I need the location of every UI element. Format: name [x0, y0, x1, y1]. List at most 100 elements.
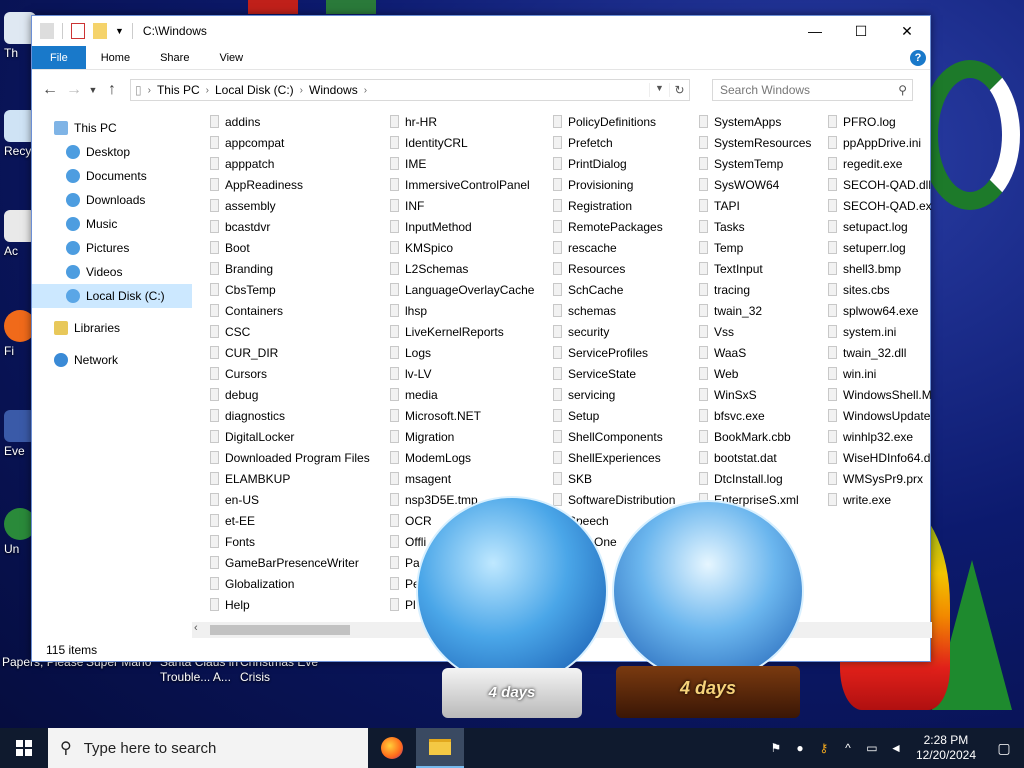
file-item[interactable]: schemas — [553, 300, 675, 321]
file-item[interactable]: WinSxS — [699, 384, 811, 405]
file-item[interactable]: msagent — [390, 468, 534, 489]
tab-view[interactable]: View — [204, 46, 258, 69]
forward-button[interactable]: → — [62, 78, 86, 102]
file-item[interactable]: tracing — [699, 279, 811, 300]
file-item[interactable]: win.ini — [828, 363, 932, 384]
file-item[interactable]: DtcInstall.log — [699, 468, 811, 489]
file-item[interactable]: ShellComponents — [553, 426, 675, 447]
sidebar-item-libraries[interactable]: Libraries — [32, 316, 192, 340]
new-folder-icon[interactable] — [93, 23, 107, 39]
sidebar-item-videos[interactable]: Videos — [32, 260, 192, 284]
clock[interactable]: 2:28 PM 12/20/2024 — [908, 733, 984, 763]
file-item[interactable]: Branding — [210, 258, 370, 279]
chevron-right-icon[interactable]: › — [362, 85, 369, 96]
file-item[interactable]: system.ini — [828, 321, 932, 342]
file-item[interactable]: splwow64.exe — [828, 300, 932, 321]
file-item[interactable]: DigitalLocker — [210, 426, 370, 447]
file-item[interactable]: SKB — [553, 468, 675, 489]
file-item[interactable]: SystemResources — [699, 132, 811, 153]
chevron-down-icon[interactable]: ▼ — [115, 26, 124, 36]
file-item[interactable]: shell3.bmp — [828, 258, 932, 279]
chevron-right-icon[interactable]: › — [298, 85, 305, 96]
sidebar-item-this-pc[interactable]: This PC — [32, 116, 192, 140]
file-item[interactable]: RemotePackages — [553, 216, 675, 237]
file-item[interactable]: AppReadiness — [210, 174, 370, 195]
taskbar-firefox[interactable] — [368, 728, 416, 768]
file-item[interactable]: en-US — [210, 489, 370, 510]
properties-icon[interactable] — [71, 23, 85, 39]
file-item[interactable]: addins — [210, 111, 370, 132]
drop-icon[interactable]: ● — [788, 741, 812, 755]
file-item[interactable]: SECOH-QAD.dll — [828, 174, 932, 195]
volume-muted-icon[interactable]: ◄ — [884, 741, 908, 755]
file-item[interactable]: WMSysPr9.prx — [828, 468, 932, 489]
file-item[interactable]: security — [553, 321, 675, 342]
sidebar-item-local-disk[interactable]: Local Disk (C:) — [32, 284, 192, 308]
file-item[interactable]: Prefetch — [553, 132, 675, 153]
file-item[interactable]: Containers — [210, 300, 370, 321]
file-item[interactable]: CSC — [210, 321, 370, 342]
file-item[interactable]: SchCache — [553, 279, 675, 300]
file-item[interactable]: debug — [210, 384, 370, 405]
file-item[interactable]: twain_32.dll — [828, 342, 932, 363]
file-item[interactable]: Vss — [699, 321, 811, 342]
address-dropdown-button[interactable]: ▼ — [649, 83, 669, 97]
file-item[interactable]: bootstat.dat — [699, 447, 811, 468]
sidebar-item-downloads[interactable]: Downloads — [32, 188, 192, 212]
file-item[interactable]: WaaS — [699, 342, 811, 363]
file-item[interactable]: appcompat — [210, 132, 370, 153]
file-item[interactable]: Registration — [553, 195, 675, 216]
back-button[interactable]: ← — [38, 78, 62, 102]
file-item[interactable]: ELAMBKUP — [210, 468, 370, 489]
file-item[interactable]: PFRO.log — [828, 111, 932, 132]
file-item[interactable]: Resources — [553, 258, 675, 279]
file-item[interactable]: Globalization — [210, 573, 370, 594]
file-item[interactable]: ShellExperiences — [553, 447, 675, 468]
file-item[interactable]: ImmersiveControlPanel — [390, 174, 534, 195]
file-item[interactable]: setupact.log — [828, 216, 932, 237]
file-item[interactable]: L2Schemas — [390, 258, 534, 279]
file-item[interactable]: lv-LV — [390, 363, 534, 384]
minimize-button[interactable]: — — [792, 16, 838, 46]
chevron-up-icon[interactable]: ^ — [836, 741, 860, 755]
file-item[interactable]: SystemApps — [699, 111, 811, 132]
file-item[interactable]: TextInput — [699, 258, 811, 279]
file-item[interactable]: SECOH-QAD.exe — [828, 195, 932, 216]
file-item[interactable]: Web — [699, 363, 811, 384]
people-icon[interactable]: ⚑ — [764, 741, 788, 755]
file-item[interactable]: winhlp32.exe — [828, 426, 932, 447]
file-item[interactable]: CUR_DIR — [210, 342, 370, 363]
address-bar[interactable]: ▯ › This PC › Local Disk (C:) › Windows … — [130, 79, 690, 101]
file-item[interactable]: write.exe — [828, 489, 932, 510]
file-item[interactable]: ServiceProfiles — [553, 342, 675, 363]
file-item[interactable]: WiseHDInfo64.d — [828, 447, 932, 468]
file-item[interactable]: Boot — [210, 237, 370, 258]
file-item[interactable]: servicing — [553, 384, 675, 405]
recent-locations-button[interactable]: ▼ — [86, 78, 100, 102]
file-item[interactable]: PolicyDefinitions — [553, 111, 675, 132]
file-item[interactable]: SystemTemp — [699, 153, 811, 174]
file-item[interactable]: Fonts — [210, 531, 370, 552]
file-item[interactable]: WindowsShell.M — [828, 384, 932, 405]
file-item[interactable]: PrintDialog — [553, 153, 675, 174]
search-input[interactable]: Search Windows ⚲ — [712, 79, 913, 101]
up-button[interactable]: ↑ — [100, 78, 124, 102]
file-item[interactable]: IdentityCRL — [390, 132, 534, 153]
tab-file[interactable]: File — [32, 46, 86, 69]
file-item[interactable]: LanguageOverlayCache — [390, 279, 534, 300]
scrollbar-thumb[interactable] — [210, 625, 350, 635]
file-item[interactable]: sites.cbs — [828, 279, 932, 300]
file-item[interactable]: rescache — [553, 237, 675, 258]
start-button[interactable] — [0, 728, 48, 768]
file-item[interactable]: Setup — [553, 405, 675, 426]
tab-home[interactable]: Home — [86, 46, 145, 69]
network-icon[interactable]: ▭ — [860, 741, 884, 755]
sidebar-item-documents[interactable]: Documents — [32, 164, 192, 188]
file-item[interactable]: hr-HR — [390, 111, 534, 132]
maximize-button[interactable]: ☐ — [838, 16, 884, 46]
file-item[interactable]: diagnostics — [210, 405, 370, 426]
taskbar-file-explorer[interactable] — [416, 728, 464, 768]
file-item[interactable]: SysWOW64 — [699, 174, 811, 195]
scroll-left-icon[interactable]: ‹ — [194, 622, 198, 634]
file-item[interactable]: ServiceState — [553, 363, 675, 384]
